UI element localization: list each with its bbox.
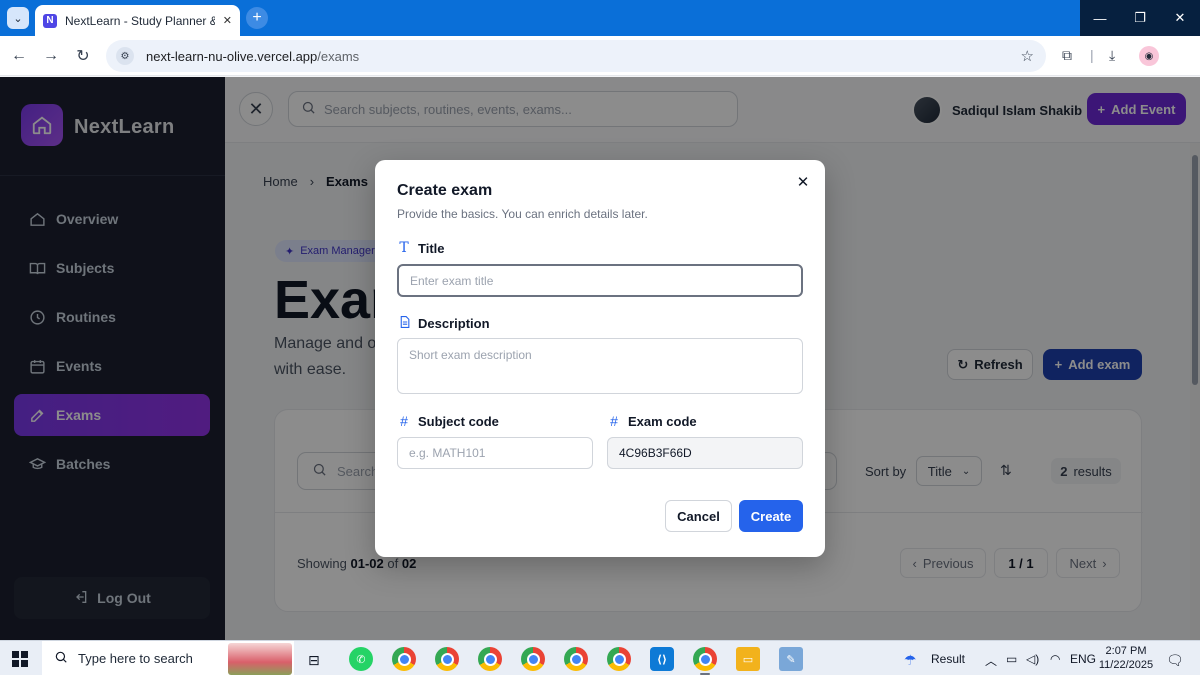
create-button[interactable]: Create bbox=[739, 500, 803, 532]
close-icon[interactable]: ✕ bbox=[795, 174, 811, 191]
restore-icon[interactable]: ❐ bbox=[1120, 0, 1160, 36]
taskbar-clock[interactable]: 2:07 PM 11/22/2025 bbox=[1098, 644, 1154, 672]
exam-code-field-label: # Exam code bbox=[607, 413, 697, 429]
clock-date: 11/22/2025 bbox=[1098, 659, 1154, 671]
clock-time: 2:07 PM bbox=[1105, 645, 1147, 657]
wifi-icon[interactable]: ◠ bbox=[1050, 652, 1060, 666]
chrome-icon[interactable] bbox=[478, 647, 502, 671]
chrome-icon[interactable] bbox=[564, 647, 588, 671]
file-explorer-icon[interactable]: ▭ bbox=[736, 647, 760, 671]
browser-profile-avatar[interactable]: ◉ bbox=[1139, 46, 1159, 66]
dialog-subtitle: Provide the basics. You can enrich detai… bbox=[397, 207, 648, 221]
back-arrow-icon[interactable]: ← bbox=[8, 45, 30, 67]
hash-icon: # bbox=[400, 413, 408, 429]
task-view-icon[interactable]: ⊟ bbox=[308, 652, 320, 669]
bookmark-star-icon[interactable]: ☆ bbox=[1021, 47, 1034, 65]
vscode-icon[interactable]: ⟨⟩ bbox=[650, 647, 674, 671]
close-window-icon[interactable]: ✕ bbox=[1160, 0, 1200, 36]
nextlearn-favicon-icon: N bbox=[43, 13, 57, 28]
create-exam-dialog: ✕ Create exam Provide the basics. You ca… bbox=[375, 160, 825, 557]
hash-icon: # bbox=[610, 413, 618, 429]
minimize-icon[interactable]: — bbox=[1080, 0, 1120, 36]
language-indicator[interactable]: ENG bbox=[1070, 652, 1096, 666]
notepad-icon[interactable]: ✎ bbox=[779, 647, 803, 671]
subject-code-field-label: # Subject code bbox=[397, 413, 499, 429]
tab-search-chevron-icon[interactable]: ⌄ bbox=[7, 7, 29, 29]
tab-title: NextLearn - Study Planner & Ro bbox=[65, 13, 215, 28]
weather-icon[interactable]: ☂ bbox=[904, 652, 917, 669]
tab-close-icon[interactable]: ✕ bbox=[223, 14, 232, 27]
url-text: next-learn-nu-olive.vercel.app/exams bbox=[146, 48, 360, 64]
site-info-icon[interactable]: ⚙ bbox=[116, 47, 134, 65]
exam-code-input[interactable] bbox=[607, 437, 803, 469]
title-field-label: T Title bbox=[397, 240, 444, 256]
download-icon[interactable]: ⤓ bbox=[1109, 47, 1115, 64]
chrome-icon[interactable] bbox=[435, 647, 459, 671]
search-highlight-image[interactable] bbox=[228, 643, 292, 675]
chrome-icon[interactable] bbox=[607, 647, 631, 671]
reload-icon[interactable]: ↻ bbox=[72, 45, 94, 67]
battery-icon[interactable]: ▭ bbox=[1006, 652, 1017, 666]
dialog-title: Create exam bbox=[397, 182, 493, 199]
chrome-icon[interactable] bbox=[693, 647, 717, 671]
sidebar-overlay bbox=[0, 77, 225, 640]
chevron-up-icon[interactable]: ︿ bbox=[985, 652, 997, 669]
notification-icon[interactable]: 🗨 bbox=[1166, 652, 1184, 669]
exam-title-input[interactable] bbox=[397, 264, 803, 297]
chrome-icon[interactable] bbox=[392, 647, 416, 671]
window-controls: — ❐ ✕ bbox=[1080, 0, 1200, 36]
exam-description-textarea[interactable] bbox=[397, 338, 803, 394]
search-icon bbox=[54, 650, 68, 667]
windows-start-icon[interactable] bbox=[12, 651, 28, 667]
forward-arrow-icon[interactable]: → bbox=[40, 45, 62, 67]
browser-tab-active[interactable]: N NextLearn - Study Planner & Ro ✕ bbox=[35, 5, 240, 36]
text-type-icon: T bbox=[399, 240, 409, 256]
toolbar-divider: | bbox=[1090, 47, 1094, 63]
volume-icon[interactable]: ◁) bbox=[1026, 652, 1039, 666]
description-field-label: Description bbox=[397, 315, 490, 332]
cancel-button[interactable]: Cancel bbox=[665, 500, 732, 532]
extensions-puzzle-icon[interactable]: ⧉ bbox=[1062, 47, 1072, 64]
address-bar[interactable]: ⚙ next-learn-nu-olive.vercel.app/exams ☆ bbox=[106, 40, 1046, 72]
document-icon bbox=[397, 315, 411, 332]
weather-label[interactable]: Result bbox=[931, 652, 965, 666]
browser-toolbar: ← → ↻ ⚙ next-learn-nu-olive.vercel.app/e… bbox=[0, 36, 1200, 76]
app-sidebar: NextLearn Overview Subjects Routines Eve… bbox=[0, 77, 225, 640]
whatsapp-icon[interactable]: ✆ bbox=[349, 647, 373, 671]
browser-tabstrip: ⌄ N NextLearn - Study Planner & Ro ✕ + —… bbox=[0, 0, 1200, 36]
windows-taskbar: Type here to search ⊟ ✆ ⟨⟩ ▭ ✎ ☂ Result … bbox=[0, 640, 1200, 675]
subject-code-input[interactable] bbox=[397, 437, 593, 469]
taskbar-search-placeholder: Type here to search bbox=[78, 651, 193, 666]
chrome-icon[interactable] bbox=[521, 647, 545, 671]
new-tab-plus-icon[interactable]: + bbox=[246, 7, 268, 29]
